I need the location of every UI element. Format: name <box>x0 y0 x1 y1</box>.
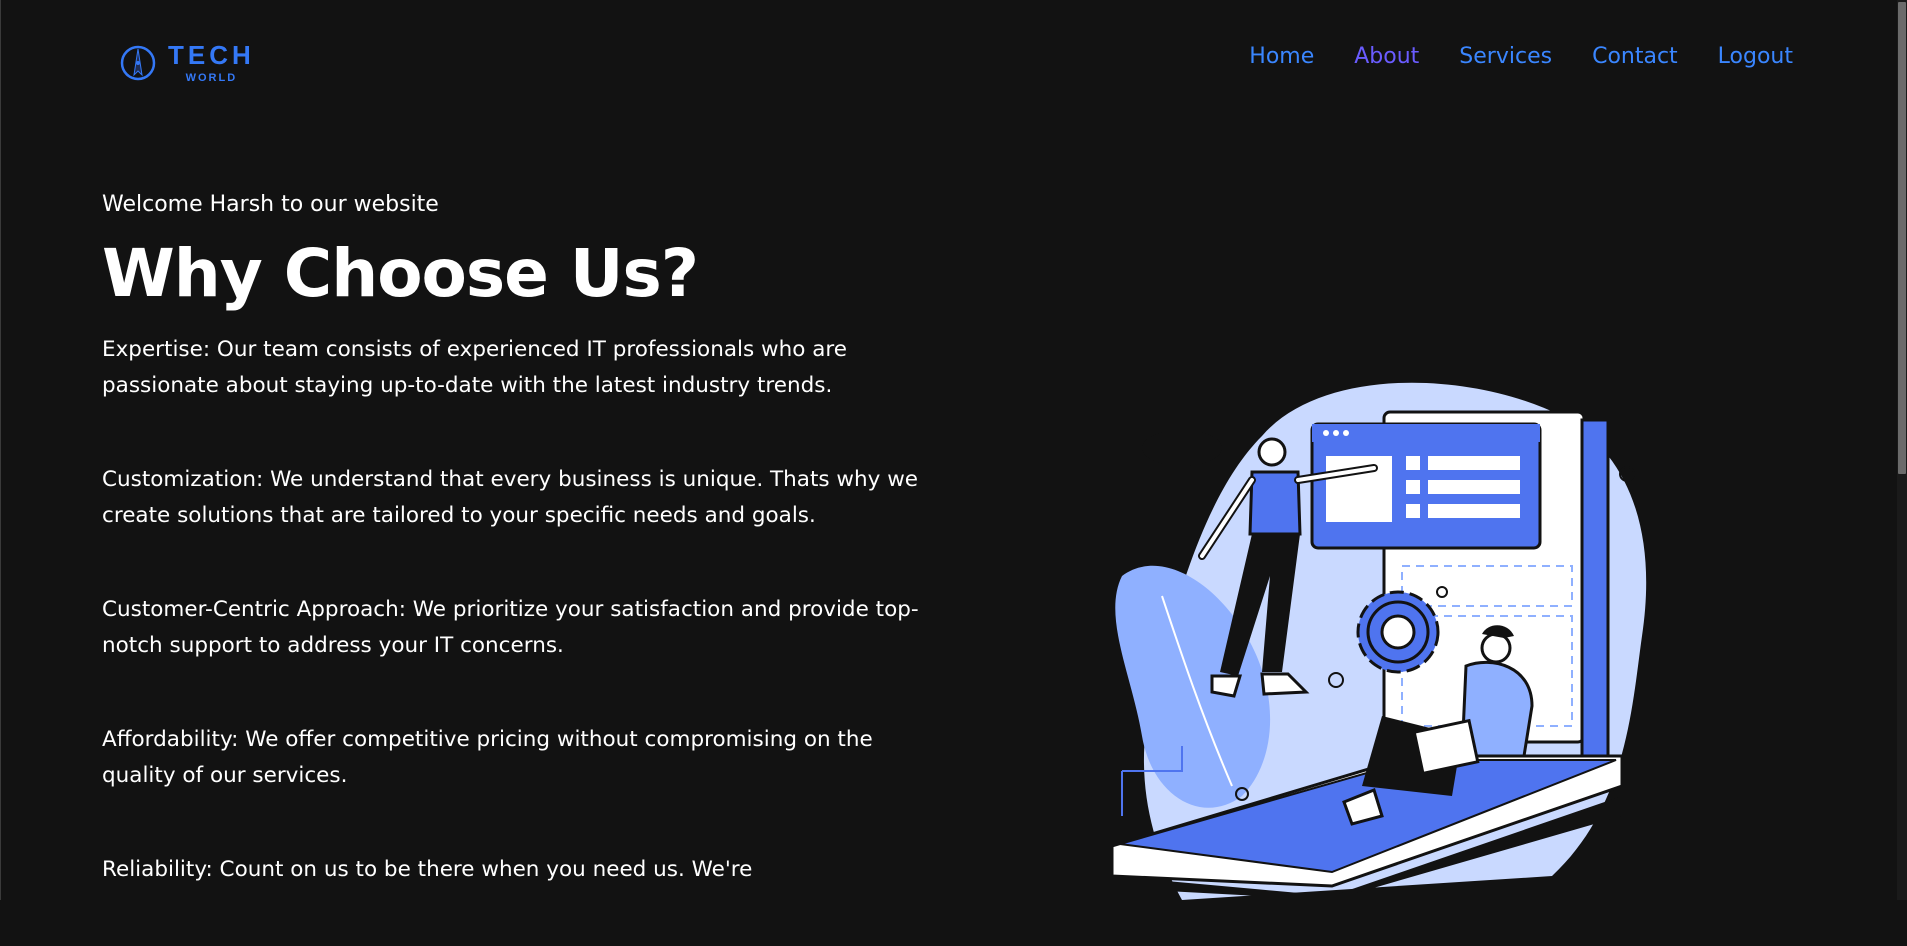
nav-about[interactable]: About <box>1354 44 1419 69</box>
page-left-border <box>0 0 1 900</box>
brand-logo[interactable]: TECH WORLD <box>120 42 255 84</box>
reason-reliability: Reliability: Count on us to be there whe… <box>102 857 753 883</box>
reason-customer-centric: Customer-Centric Approach: We prioritize… <box>102 597 919 659</box>
nav-logout[interactable]: Logout <box>1718 44 1793 69</box>
brand-subname: WORLD <box>185 72 238 84</box>
main-content: Welcome Harsh to our website Why Choose … <box>102 192 932 946</box>
team-collaboration-illustration <box>1112 382 1647 900</box>
reason-customization: Customization: We understand that every … <box>102 467 919 529</box>
compass-logo-icon <box>120 45 156 81</box>
welcome-message: Welcome Harsh to our website <box>102 192 439 217</box>
brand-name: TECH <box>168 40 255 70</box>
vertical-scrollbar[interactable] <box>1897 0 1907 900</box>
page-title: Why Choose Us? <box>102 235 699 312</box>
nav-services[interactable]: Services <box>1459 44 1552 69</box>
scrollbar-thumb[interactable] <box>1898 2 1906 474</box>
reason-expertise: Expertise: Our team consists of experien… <box>102 337 847 399</box>
main-nav: Home About Services Contact Logout <box>1249 44 1793 69</box>
reason-affordability: Affordability: We offer competitive pric… <box>102 727 873 789</box>
nav-home[interactable]: Home <box>1249 44 1314 69</box>
nav-contact[interactable]: Contact <box>1592 44 1678 69</box>
